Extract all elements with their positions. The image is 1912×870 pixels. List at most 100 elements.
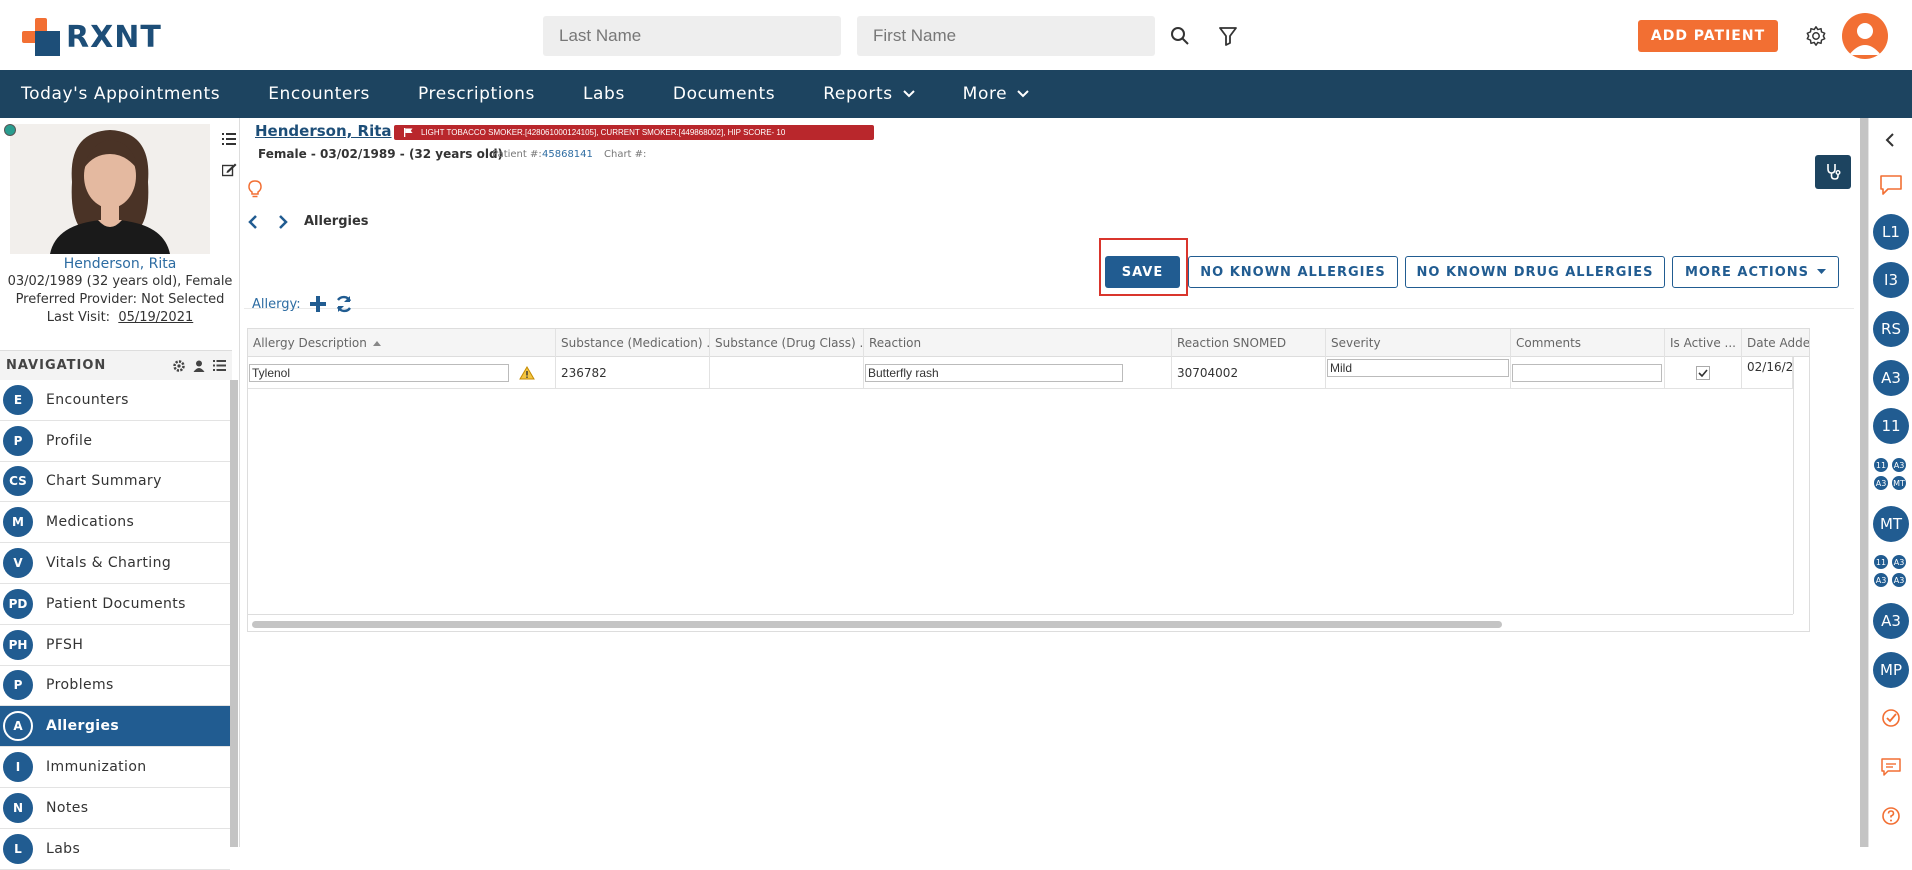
col-header-allergy-description[interactable]: Allergy Description [248,329,556,357]
side-nav-pfsh[interactable]: PH PFSH [0,625,230,666]
severity-input[interactable] [1327,359,1509,377]
messages-icon[interactable] [1879,174,1903,200]
nav-item-label: Notes [46,799,89,816]
rail-badge-mt[interactable]: MT [1873,506,1909,542]
no-known-allergies-button[interactable]: NO KNOWN ALLERGIES [1188,256,1398,288]
allergy-label: Allergy: [252,296,301,312]
chat-icon[interactable] [1881,758,1901,780]
side-nav-profile[interactable]: P Profile [0,421,230,462]
save-button[interactable]: SAVE [1105,256,1180,288]
side-nav-patient-documents[interactable]: PD Patient Documents [0,584,230,625]
stethoscope-icon[interactable] [1815,155,1851,189]
tasks-check-icon[interactable] [1881,708,1901,732]
rail-badge-mp[interactable]: MP [1873,652,1909,688]
collapse-chevron-icon[interactable] [1885,132,1895,151]
add-patient-button[interactable]: ADD PATIENT [1638,20,1778,52]
rxnt-logo[interactable]: RXNT [22,18,162,56]
more-actions-button[interactable]: MORE ACTIONS [1672,256,1839,288]
patient-number[interactable]: 45868141 [542,149,593,160]
patient-name-link[interactable]: Henderson, Rita [0,255,240,273]
grid-right-edge [1793,357,1794,614]
filter-icon[interactable] [1214,22,1242,50]
rail-badge-rs[interactable]: RS [1873,311,1909,347]
col-header-severity[interactable]: Severity [1326,329,1511,357]
is-active-checkbox[interactable] [1696,366,1710,380]
rail-badge-11[interactable]: 11 [1873,408,1909,444]
cell-substance-medication: 236782 [556,357,710,389]
first-name-input[interactable] [857,16,1155,56]
sort-ascending-icon [372,341,381,346]
lightbulb-icon[interactable] [248,180,262,202]
no-known-drug-allergies-button[interactable]: NO KNOWN DRUG ALLERGIES [1405,256,1665,288]
nav-badge: CS [3,466,33,497]
rail-badge-a3-second[interactable]: A3 [1873,603,1909,639]
patient-alert-banner[interactable]: LIGHT TOBACCO SMOKER.[428061000124105], … [394,125,874,140]
col-header-is-active[interactable]: Is Active ... [1665,329,1742,357]
help-icon[interactable] [1881,806,1901,830]
nav-item-label: Labs [46,840,81,857]
side-nav-problems[interactable]: P Problems [0,666,230,707]
col-header-substance-drug-class[interactable]: Substance (Drug Class) ... [710,329,864,357]
last-name-input[interactable] [543,16,841,56]
nav-documents[interactable]: Documents [673,84,775,104]
comments-input[interactable] [1512,364,1662,382]
left-panel: Henderson, Rita 03/02/1989 (32 years old… [0,118,240,870]
side-nav-chart-summary[interactable]: CS Chart Summary [0,462,230,503]
back-chevron-icon[interactable] [248,214,258,229]
allergy-description-input[interactable] [249,364,509,382]
nav-labs[interactable]: Labs [583,84,625,104]
side-nav-labs[interactable]: L Labs [0,829,230,870]
settings-gear-icon[interactable] [1802,22,1830,50]
cell-severity [1326,357,1511,389]
user-avatar[interactable] [1842,13,1888,59]
last-visit: Last Visit: 05/19/2021 [0,309,240,327]
col-header-reaction-snomed[interactable]: Reaction SNOMED [1172,329,1326,357]
forward-chevron-icon[interactable] [278,214,288,229]
patient-header-name[interactable]: Henderson, Rita [255,122,392,140]
rail-badge-l1[interactable]: L1 [1873,214,1909,250]
nav-user-icon[interactable] [193,360,205,372]
grid-horizontal-scrollbar[interactable] [252,621,1502,628]
nav-todays-appointments[interactable]: Today's Appointments [21,84,220,104]
rail-mini-group-1[interactable]: 11 A3 A3 MT [1873,457,1909,493]
preferred-provider: Preferred Provider: Not Selected [15,292,225,307]
online-status-dot [4,124,16,136]
rail-badge-a3[interactable]: A3 [1873,360,1909,396]
table-row[interactable]: 236782 30704002 02/16/20 [248,357,1793,389]
nav-badge: A [3,711,33,742]
col-header-comments[interactable]: Comments [1511,329,1665,357]
patient-dob: 03/02/1989 (32 years old), Female [7,274,233,289]
nav-more[interactable]: More [963,84,1030,104]
side-nav-vitals[interactable]: V Vitals & Charting [0,543,230,584]
nav-encounters[interactable]: Encounters [268,84,370,104]
col-header-date-added[interactable]: Date Added [1742,329,1809,357]
add-allergy-plus-icon[interactable] [309,295,327,313]
nav-item-label: Problems [46,677,114,694]
side-nav-scrollbar[interactable] [230,380,238,847]
navigation-heading: NAVIGATION [6,358,107,373]
caret-down-icon [1817,269,1826,274]
nav-settings-icon[interactable] [173,359,185,372]
nav-item-label: Chart Summary [46,473,162,490]
side-nav-encounters[interactable]: E Encounters [0,380,230,421]
rail-badge-i3[interactable]: I3 [1873,262,1909,298]
col-header-reaction[interactable]: Reaction [864,329,1172,357]
nav-reports[interactable]: Reports [823,84,915,104]
search-icon[interactable] [1166,22,1194,50]
side-nav-notes[interactable]: N Notes [0,788,230,829]
side-nav-medications[interactable]: M Medications [0,502,230,544]
rail-mini-group-2[interactable]: 11 A3 A3 A3 [1873,554,1909,590]
side-nav-immunization[interactable]: I Immunization [0,747,230,788]
nav-prescriptions[interactable]: Prescriptions [418,84,535,104]
refresh-icon[interactable] [335,295,353,313]
cell-is-active [1665,357,1742,389]
cell-reaction-snomed: 30704002 [1172,357,1326,389]
last-visit-date-link[interactable]: 05/19/2021 [118,310,193,325]
edit-icon[interactable] [221,162,237,181]
col-header-substance-medication[interactable]: Substance (Medication) ... [556,329,710,357]
warning-icon[interactable] [519,366,535,380]
nav-list-icon[interactable] [213,359,226,371]
side-nav-allergies[interactable]: A Allergies [0,706,230,748]
reaction-input[interactable] [865,364,1123,382]
list-view-icon[interactable] [222,130,236,149]
